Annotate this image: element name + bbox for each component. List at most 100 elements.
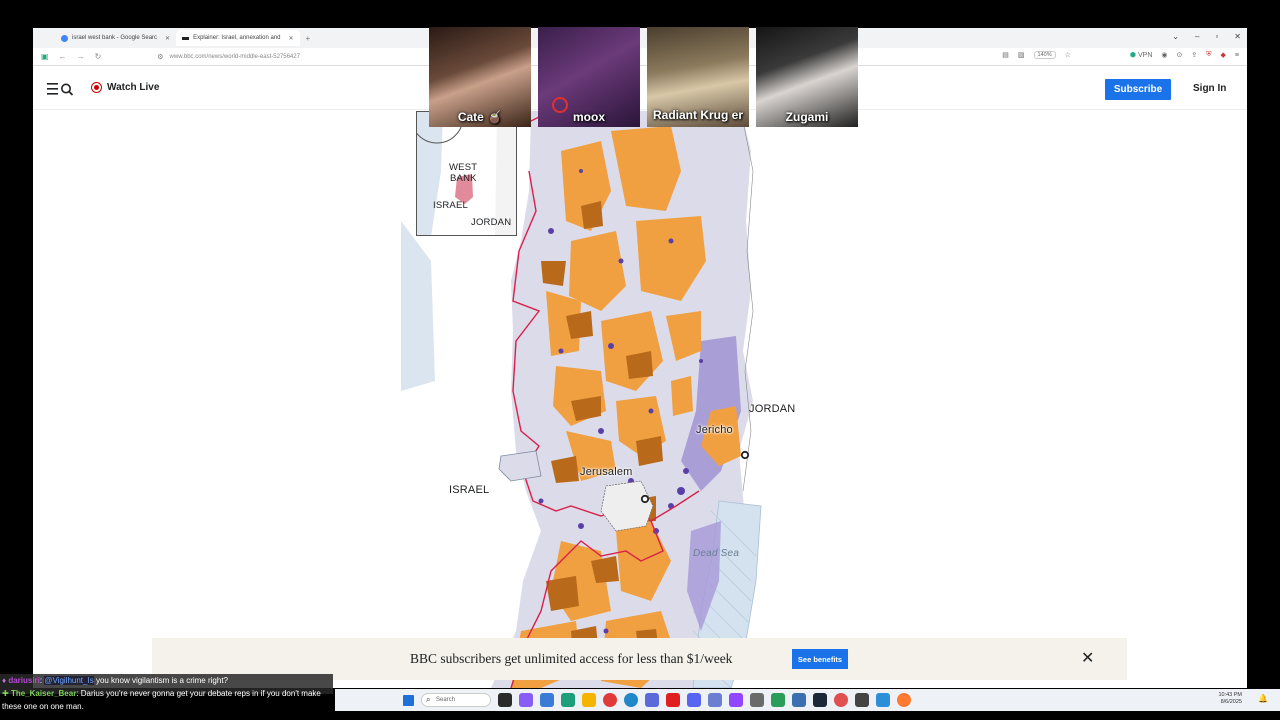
opera-icon[interactable] (603, 693, 617, 707)
window-controls: ⌄ – ▫ ✕ (1172, 32, 1241, 41)
sidebar-icon[interactable]: ▣ (41, 52, 49, 61)
tab-list-icon[interactable]: ⌄ (1172, 32, 1179, 41)
chat-username: The_Kaiser_Bear (10, 689, 77, 698)
badge-icon: ✚ (2, 689, 9, 698)
inset-label-west: WEST (449, 162, 478, 173)
minimize-icon[interactable]: – (1195, 32, 1199, 41)
locator-inset: WEST BANK ISRAEL JORDAN (416, 111, 517, 236)
spreadsheet-icon[interactable] (771, 693, 785, 707)
cam-name: Radiant Krug er (652, 108, 743, 122)
wallet-icon[interactable]: ◉ (1161, 51, 1167, 59)
cam-name: Zugami (785, 110, 829, 124)
steam-icon[interactable] (813, 693, 827, 707)
see-benefits-button[interactable]: See benefits (792, 649, 848, 669)
address-actions: ▤ ▧ 140% ☆ ⬢ VPN ◉ ⊙ ⇪ ⛨ ◆ ≡ (1002, 51, 1239, 59)
jericho-marker (740, 450, 750, 460)
menu-icon[interactable]: ≡ (1235, 52, 1239, 59)
label-jericho: Jericho (696, 424, 733, 436)
vpn-button[interactable]: ⬢ VPN (1129, 51, 1153, 60)
clock-time: 10:43 PM (1218, 692, 1242, 698)
bbc-icon (182, 36, 190, 40)
sign-in-link[interactable]: Sign In (1193, 83, 1226, 94)
tab-label: israel west bank - Google Searc (72, 35, 158, 41)
reader-icon[interactable]: ▤ (1002, 51, 1009, 59)
webcam-row: Cate 🧉 moox Radiant Krug er Zugami (429, 27, 858, 127)
back-icon[interactable]: ← (59, 52, 67, 61)
chat-username: dariusiri (8, 676, 40, 685)
google-icon (61, 34, 68, 42)
tab-label: Explainer: Israel, annexation and (193, 35, 281, 41)
mail-icon[interactable] (792, 693, 806, 707)
zoom-level[interactable]: 140% (1033, 51, 1056, 59)
app-icon-2[interactable] (708, 693, 722, 707)
close-icon[interactable]: ✕ (1081, 651, 1094, 667)
screenshot-icon[interactable]: ▧ (1018, 51, 1025, 59)
live-icon (91, 82, 102, 93)
chat-text: you know vigilantism is a crime right? (95, 676, 228, 685)
label-israel: ISRAEL (449, 484, 490, 496)
taskbar-icons: Search (403, 693, 911, 707)
subscribe-button[interactable]: Subscribe (1105, 79, 1171, 100)
task-view-icon[interactable] (498, 693, 512, 707)
webcam-moox: moox (538, 27, 640, 127)
close-tab-icon[interactable]: ✕ (288, 35, 293, 42)
taskbar-clock[interactable]: 10:43 PM 8/6/2025 (1218, 692, 1242, 706)
photos-icon[interactable] (876, 693, 890, 707)
file-explorer-icon[interactable] (582, 693, 596, 707)
firefox-icon[interactable] (897, 693, 911, 707)
watch-live-link[interactable]: Watch Live (91, 82, 159, 93)
store-icon[interactable] (645, 693, 659, 707)
chat-overlay: ♦ dariusiri: @Vigilhunt_Is you know vigi… (0, 674, 335, 713)
site-info-icon[interactable]: ⚙ (157, 53, 163, 61)
label-jordan: JORDAN (749, 403, 796, 415)
app-icon-3[interactable] (855, 693, 869, 707)
forward-icon[interactable]: → (77, 52, 85, 61)
clock-date: 8/6/2025 (1220, 699, 1242, 705)
tab-google-search[interactable]: israel west bank - Google Searc ✕ (55, 30, 176, 46)
twitch-icon[interactable] (729, 693, 743, 707)
widgets-icon[interactable] (540, 693, 554, 707)
share-icon[interactable]: ⇪ (1191, 51, 1197, 59)
discord-icon[interactable] (687, 693, 701, 707)
webcam-radiant-kruger: Radiant Krug er (647, 27, 749, 127)
cam-name: moox (572, 110, 605, 124)
settings-icon[interactable] (750, 693, 764, 707)
tab-bbc-explainer[interactable]: Explainer: Israel, annexation and ✕ (176, 30, 300, 46)
taskbar: Search 10:43 PM 8/6/2025 🔔 (335, 689, 1280, 711)
taskbar-search[interactable]: Search (421, 693, 491, 707)
screen: israel west bank - Google Searc ✕ Explai… (0, 0, 1280, 720)
cam-name: Cate 🧉 (457, 110, 503, 124)
window-close-icon[interactable]: ✕ (1234, 32, 1241, 41)
watch-live-label: Watch Live (107, 82, 160, 93)
new-tab-icon[interactable]: + (306, 34, 311, 43)
reload-icon[interactable]: ↻ (95, 52, 102, 61)
chat-mention: @Vigilhunt_Is (44, 676, 94, 685)
ad-block-icon[interactable]: ◆ (1221, 51, 1226, 59)
banner-text: BBC subscribers get unlimited access for… (410, 651, 733, 666)
vpn-label: VPN (1138, 51, 1153, 59)
inset-label-jordan: JORDAN (471, 217, 512, 228)
url-field[interactable]: www.bbc.com/news/world-middle-east-52756… (170, 54, 300, 60)
webcam-cate: Cate 🧉 (429, 27, 531, 127)
label-dead-sea: Dead Sea (693, 548, 740, 559)
inset-label-bank: BANK (450, 173, 477, 184)
start-icon[interactable] (403, 694, 414, 706)
app-icon[interactable] (561, 693, 575, 707)
bookmark-icon[interactable]: ☆ (1065, 51, 1071, 59)
shield-icon[interactable]: ⛨ (1206, 51, 1211, 59)
chat-message: ✚ The_Kaiser_Bear: Darius you're never g… (2, 689, 321, 711)
obs-icon[interactable] (834, 693, 848, 707)
label-jerusalem: Jerusalem (580, 466, 633, 478)
chat-message: ♦ dariusiri: @Vigilhunt_Is you know vigi… (2, 676, 228, 685)
maximize-icon[interactable]: ▫ (1215, 32, 1218, 41)
edge-icon[interactable] (624, 693, 638, 707)
vpn-icon: ⬢ (1129, 52, 1136, 59)
youtube-icon[interactable] (666, 693, 680, 707)
close-tab-icon[interactable]: ✕ (165, 35, 170, 42)
copilot-icon[interactable] (519, 693, 533, 707)
inset-label-israel: ISRAEL (433, 200, 468, 211)
extensions-icon[interactable]: ⊙ (1177, 51, 1183, 59)
notification-icon[interactable]: 🔔 (1258, 694, 1268, 703)
menu-search-icon[interactable] (47, 82, 75, 96)
west-bank-map: WEST BANK ISRAEL JORDAN JORDAN ISRAEL Je… (401, 111, 809, 688)
